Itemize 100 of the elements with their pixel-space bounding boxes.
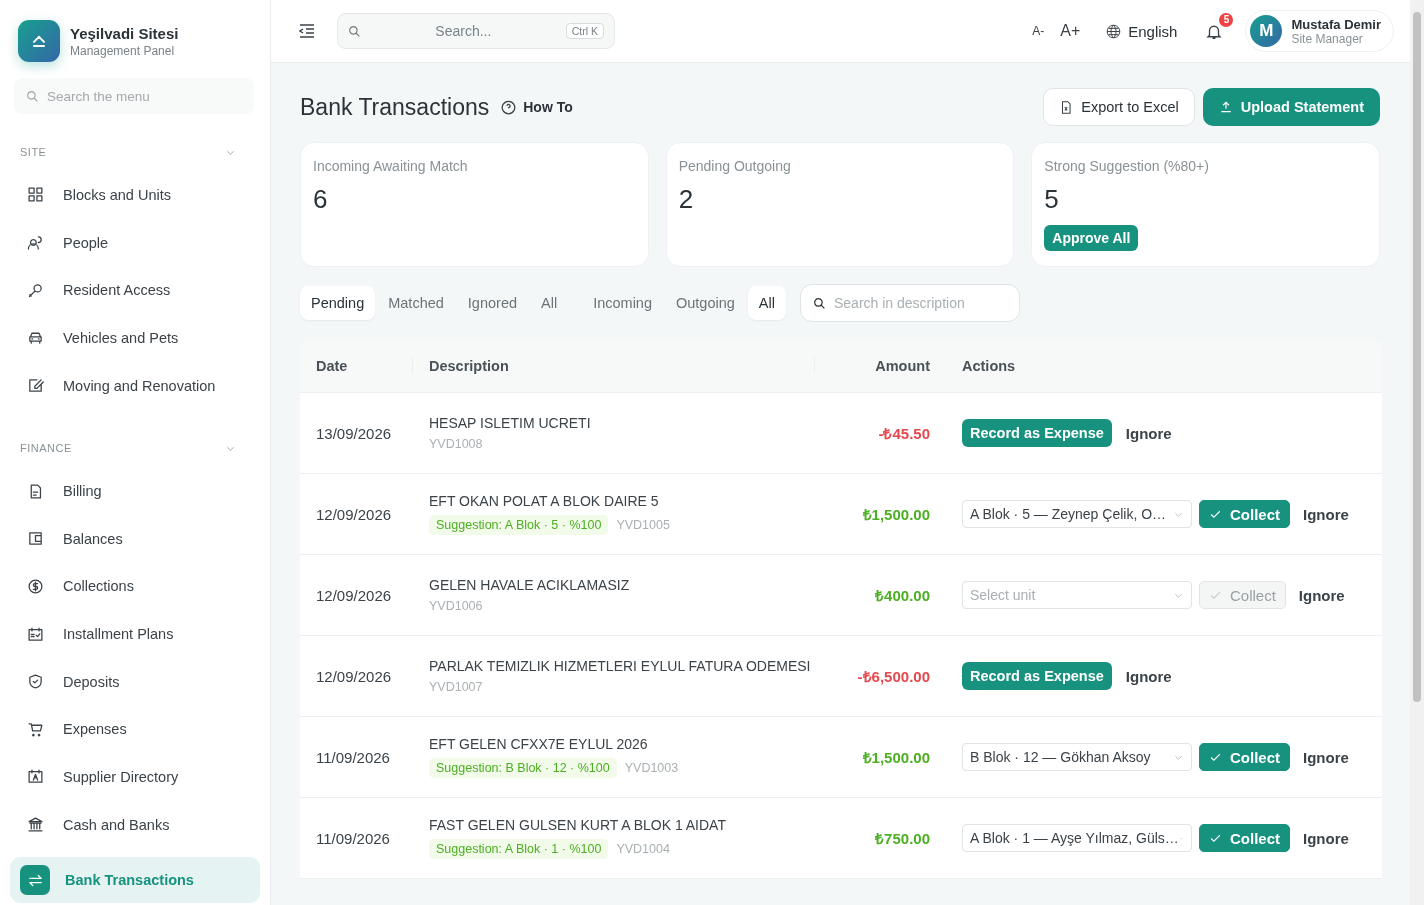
direction-tab[interactable]: Outgoing — [665, 286, 746, 320]
font-larger-button[interactable]: A+ — [1060, 22, 1081, 40]
shortcut-hint: Ctrl K — [565, 23, 604, 39]
sidebar-item[interactable]: Cash and Banks — [10, 801, 260, 848]
ignore-button[interactable]: Ignore — [1303, 829, 1349, 847]
app-title: Yeşilvadi Sitesi — [70, 24, 179, 42]
menu-icon — [26, 377, 44, 394]
avatar: M — [1250, 15, 1283, 47]
file-icon — [1059, 99, 1074, 115]
sidebar-item[interactable]: Vehicles and Pets — [10, 315, 260, 361]
description-text: GELEN HAVALE ACIKLAMASIZ — [429, 577, 631, 593]
collect-button[interactable]: Collect — [1199, 824, 1290, 852]
direction-tab[interactable]: All — [747, 286, 786, 320]
description-search-input[interactable]: Search in description — [832, 294, 1007, 312]
sidebar-item[interactable]: Supplier Directory — [10, 754, 260, 800]
menu-icon — [26, 768, 44, 786]
collect-button[interactable]: Collect — [1199, 500, 1290, 528]
notification-count: 5 — [1219, 12, 1234, 27]
unit-select[interactable]: B Blok · 12 — Gökhan Aksoy — [962, 743, 1192, 771]
sidebar-item[interactable]: Collections — [10, 563, 260, 610]
upload-button[interactable]: Upload Statement — [1202, 88, 1380, 126]
column-header: Description — [413, 357, 815, 374]
status-tab[interactable]: Pending — [300, 286, 376, 320]
column-header: Date — [300, 357, 413, 374]
ignore-button[interactable]: Ignore — [1125, 424, 1172, 442]
suggestion-tag: Suggestion: A Blok · 5 · %100 — [429, 515, 609, 535]
record-expense-button[interactable]: Record as Expense — [962, 419, 1112, 447]
sidebar-item[interactable]: Blocks and Units — [10, 172, 260, 218]
menu-icon — [26, 720, 44, 738]
record-expense-button[interactable]: Record as Expense — [962, 662, 1112, 690]
font-smaller-button[interactable]: A- — [1032, 24, 1045, 38]
globe-icon — [1106, 23, 1122, 39]
global-search-input[interactable]: Search... — [369, 22, 558, 40]
approve-all-button[interactable]: Approve All — [1044, 225, 1139, 251]
menu-icon — [26, 530, 44, 548]
menu-collapse-icon[interactable] — [299, 24, 315, 38]
language-button[interactable]: English — [1106, 22, 1178, 40]
status-tab[interactable]: Ignored — [456, 286, 529, 320]
menu-icon — [26, 186, 44, 204]
unit-select[interactable]: A Blok · 1 — Ayşe Yılmaz, Güls… — [962, 824, 1192, 852]
menu-search-field[interactable]: Search the menu — [14, 78, 254, 115]
sidebar-item[interactable]: Balances — [10, 515, 260, 562]
amount-cell: ₺1,500.00 — [862, 749, 930, 766]
stat-label: Pending Outgoing — [678, 158, 792, 174]
sidebar-item[interactable]: Installment Plans — [10, 611, 260, 657]
ignore-button[interactable]: Ignore — [1125, 667, 1172, 685]
menu-search-input[interactable]: Search the menu — [45, 87, 242, 105]
description-search-field[interactable]: Search in description — [800, 284, 1020, 322]
stat-label: Strong Suggestion (%80+) — [1044, 158, 1210, 174]
description-text: FAST GELEN GULSEN KURT A BLOK 1 AIDAT — [429, 817, 727, 833]
scrollbar[interactable] — [1410, 0, 1424, 905]
description-text: HESAP ISLETIM UCRETI — [429, 415, 592, 431]
suggestion-tag: Suggestion: B Blok · 12 · %100 — [429, 758, 617, 778]
how-to-link[interactable]: How To — [501, 99, 573, 115]
amount-cell: ₺400.00 — [875, 587, 930, 604]
reference-code: YVD1007 — [429, 680, 483, 694]
upload-icon — [1218, 100, 1233, 114]
suggestion-tag: Suggestion: A Blok · 1 · %100 — [429, 839, 609, 859]
direction-tab[interactable]: Incoming — [582, 286, 663, 320]
stat-value: 6 — [313, 184, 329, 215]
amount-cell: -₺6,500.00 — [857, 668, 930, 685]
export-button[interactable]: Export to Excel — [1043, 88, 1195, 126]
column-header: Actions — [961, 357, 1017, 374]
stat-label: Incoming Awaiting Match — [313, 158, 469, 174]
amount-cell: ₺750.00 — [875, 830, 930, 847]
collect-button[interactable]: Collect — [1199, 743, 1290, 771]
date-cell: 12/09/2026 — [316, 505, 392, 523]
reference-code: YVD1005 — [616, 518, 670, 532]
menu-icon — [26, 281, 44, 299]
page-title: Bank Transactions — [300, 93, 490, 121]
reference-code: YVD1003 — [624, 761, 679, 775]
description-text: PARLAK TEMIZLIK HIZMETLERI EYLUL FATURA ODEMESI — [429, 658, 812, 674]
sidebar-item[interactable]: People — [10, 219, 260, 266]
user-name: Mustafa Demir — [1291, 16, 1381, 32]
reference-code: YVD1008 — [429, 437, 483, 451]
date-cell: 12/09/2026 — [316, 586, 392, 604]
sidebar-item[interactable]: Expenses — [10, 706, 260, 753]
global-search-field[interactable]: Search... Ctrl K — [337, 13, 615, 49]
sidebar-item[interactable]: Deposits — [10, 658, 260, 705]
reference-code: YVD1006 — [429, 599, 483, 613]
help-icon — [501, 99, 517, 115]
sidebar-item[interactable]: Moving and Renovation — [10, 362, 260, 409]
date-cell: 11/09/2026 — [316, 829, 390, 847]
sidebar-item[interactable]: Billing — [10, 468, 260, 514]
sidebar-item[interactable]: Resident Access — [10, 267, 260, 314]
reference-code: YVD1004 — [616, 842, 670, 856]
ignore-button[interactable]: Ignore — [1303, 505, 1349, 523]
date-cell: 11/09/2026 — [316, 748, 390, 766]
column-header: Amount — [874, 357, 931, 374]
user-role: Site Manager — [1291, 31, 1364, 46]
description-text: EFT GELEN CFXX7E EYLUL 2026 — [429, 736, 649, 752]
status-tab[interactable]: Matched — [377, 286, 455, 320]
status-tab[interactable]: All — [530, 286, 569, 320]
amount-cell: ₺1,500.00 — [862, 506, 930, 523]
search-icon — [813, 296, 826, 310]
search-icon — [348, 24, 361, 38]
stat-value: 5 — [1044, 184, 1060, 215]
unit-select[interactable]: A Blok · 5 — Zeynep Çelik, O… — [962, 500, 1192, 528]
search-icon — [26, 89, 39, 103]
ignore-button[interactable]: Ignore — [1303, 748, 1349, 766]
